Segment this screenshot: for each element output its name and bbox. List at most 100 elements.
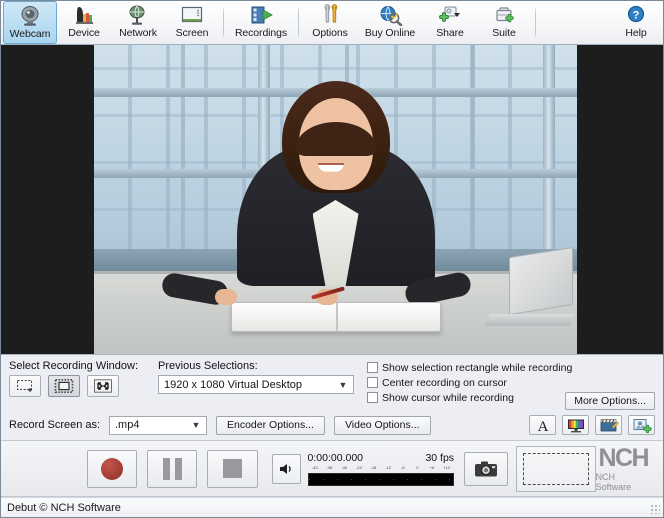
video-effects-button[interactable]	[595, 415, 622, 435]
checkbox-box[interactable]	[367, 392, 379, 403]
checkbox-label: Show cursor while recording	[382, 391, 514, 404]
video-preview-area[interactable]	[1, 45, 663, 355]
toolbar-item-help[interactable]: ? Help	[609, 1, 663, 44]
toolbar-label-recordings: Recordings	[234, 27, 288, 39]
buy-online-icon	[377, 4, 403, 27]
meter-scale: -42 -36 -30 -24 -18 -12 -6 0 +6 +12	[308, 465, 455, 473]
timecode-display: 0:00:00.000	[307, 451, 364, 464]
previous-selections-dropdown[interactable]: 1920 x 1080 Virtual Desktop ▼	[158, 375, 355, 394]
stop-button[interactable]	[207, 449, 258, 488]
toolbar-item-webcam[interactable]: Webcam	[3, 1, 57, 44]
select-fullscreen-button[interactable]	[87, 375, 119, 397]
checkbox-label: Show selection rectangle while recording	[382, 361, 573, 374]
checkbox-center-on-cursor[interactable]: Center recording on cursor	[367, 375, 655, 390]
meter-tick-label: -18	[370, 464, 377, 470]
checkbox-show-selection-rectangle[interactable]: Show selection rectangle while recording	[367, 360, 655, 375]
image-overlay-button[interactable]	[628, 415, 655, 435]
network-icon	[125, 4, 151, 26]
audio-meter[interactable]: 0:00:00.000 30 fps -42 -36 -30 -24 -18 -12 -6 0…	[307, 451, 455, 486]
meter-tick-label: -36	[326, 464, 333, 470]
stop-icon	[222, 459, 242, 478]
record-screen-as-label: Record Screen as:	[9, 419, 101, 431]
clapperboard-icon	[600, 418, 619, 431]
preview-image	[94, 45, 577, 354]
checkbox-box[interactable]	[367, 377, 379, 388]
toolbar-item-network[interactable]: Network	[111, 1, 165, 44]
chevron-down-icon: ▼	[191, 420, 201, 430]
select-recording-window-group: Select Recording Window:	[9, 360, 138, 397]
pause-button[interactable]	[147, 449, 198, 488]
snapshot-button[interactable]	[464, 451, 509, 486]
fullscreen-arrows-icon	[94, 379, 112, 393]
color-monitor-icon	[567, 419, 584, 432]
resize-grip[interactable]	[650, 504, 660, 514]
options-icon	[317, 4, 343, 26]
record-format-row: Record Screen as: .mp4 ▼ Encoder Options…	[9, 415, 655, 435]
volume-button[interactable]	[271, 453, 301, 484]
toolbar-separator-3	[535, 6, 536, 39]
toolbar-label-options: Options	[312, 27, 348, 39]
meter-tick-label: -6	[400, 464, 405, 470]
pause-icon	[162, 457, 182, 480]
format-value: .mp4	[115, 419, 140, 431]
meter-tick-label: +12	[443, 464, 451, 470]
color-adjust-button[interactable]	[562, 415, 589, 435]
meter-tick-label: -30	[341, 464, 348, 470]
letterbox-left	[1, 45, 94, 354]
meter-tick-label: -12	[385, 464, 391, 470]
debut-main-window: Webcam Device Network Screen Recordings …	[0, 0, 664, 518]
toolbar-label-network: Network	[119, 27, 157, 39]
toolbar-label-screen: Screen	[175, 27, 209, 39]
svg-text:?: ?	[633, 10, 640, 22]
toolbar-item-suite[interactable]: Suite	[477, 1, 531, 44]
text-overlay-button[interactable]: A	[529, 415, 556, 435]
status-text: Debut © NCH Software	[7, 501, 121, 514]
status-bar: Debut © NCH Software	[1, 497, 663, 517]
speaker-icon	[279, 463, 291, 474]
recording-settings-panel: Select Recording Window: Previous Select…	[1, 355, 663, 441]
previous-selections-value: 1920 x 1080 Virtual Desktop	[164, 378, 303, 391]
more-options-button[interactable]: More Options...	[565, 392, 655, 410]
suite-icon	[491, 4, 517, 26]
main-toolbar: Webcam Device Network Screen Recordings …	[1, 1, 663, 45]
encoder-options-button[interactable]: Encoder Options...	[216, 415, 325, 435]
record-button[interactable]	[87, 449, 138, 488]
meter-tick-label: -42	[311, 464, 318, 470]
toolbar-item-buy-online[interactable]: Buy Online	[357, 1, 423, 44]
toolbar-label-share: Share	[436, 27, 464, 39]
meter-tick-label: -24	[355, 464, 362, 470]
checkbox-label: Center recording on cursor	[382, 376, 507, 389]
window-frame-icon	[54, 379, 74, 393]
format-dropdown[interactable]: .mp4 ▼	[109, 415, 207, 435]
webcam-icon	[17, 5, 43, 27]
toolbar-item-device[interactable]: Device	[57, 1, 111, 44]
checkbox-box[interactable]	[367, 362, 379, 373]
chevron-down-icon: ▼	[338, 379, 348, 390]
toolbar-item-screen[interactable]: Screen	[165, 1, 219, 44]
toolbar-label-buy-online: Buy Online	[364, 27, 416, 39]
camera-icon	[475, 461, 498, 476]
help-icon: ?	[623, 4, 649, 26]
toolbar-item-share[interactable]: Share	[423, 1, 477, 44]
toolbar-item-options[interactable]: Options	[303, 1, 357, 44]
toolbar-label-device: Device	[68, 27, 100, 39]
dashed-rectangle-icon	[17, 380, 32, 392]
toolbar-separator-1	[223, 6, 224, 39]
fps-display: 30 fps	[425, 451, 455, 464]
meter-tick-label: +6	[429, 464, 435, 470]
meter-tick-label: 0	[416, 464, 419, 470]
recording-thumbnail-box[interactable]	[516, 445, 596, 492]
toolbar-item-recordings[interactable]: Recordings	[228, 1, 294, 44]
text-a-icon: A	[537, 419, 548, 433]
transport-bar: 0:00:00.000 30 fps -42 -36 -30 -24 -18 -12 -6 0…	[1, 441, 663, 497]
select-window-button[interactable]	[48, 375, 80, 397]
video-options-button[interactable]: Video Options...	[333, 415, 431, 435]
recordings-icon	[248, 4, 274, 26]
share-dropdown-caret-icon[interactable]	[454, 13, 460, 17]
meter-level-bar	[307, 472, 455, 486]
nch-software-label: NCH Software	[595, 471, 632, 492]
share-icon	[437, 4, 463, 26]
select-region-button[interactable]	[9, 375, 41, 397]
thumbnail-placeholder	[523, 452, 589, 485]
